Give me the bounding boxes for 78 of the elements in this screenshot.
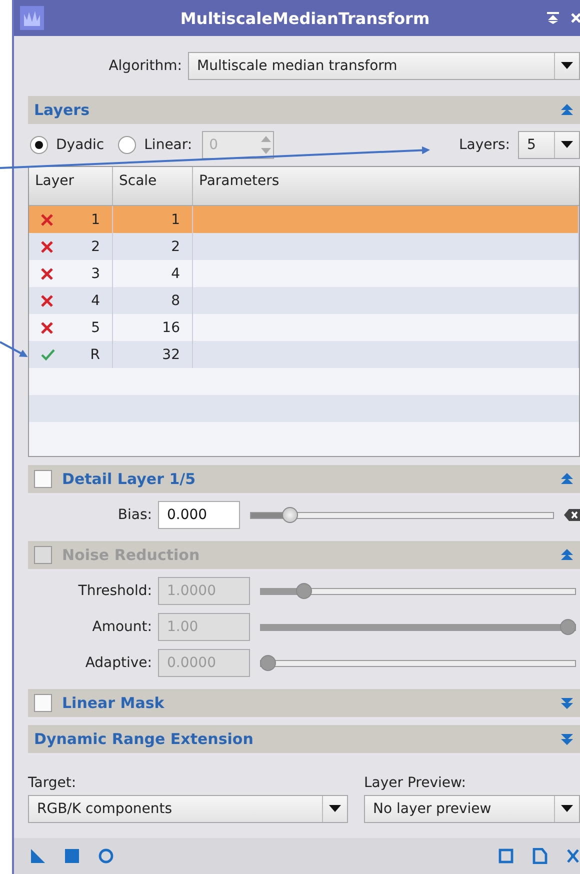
table-row[interactable]: 1 1 bbox=[29, 206, 579, 233]
table-cell: 8 bbox=[171, 292, 180, 308]
close-icon[interactable] bbox=[570, 11, 580, 25]
layer-preview-dropdown[interactable]: No layer preview bbox=[364, 795, 580, 823]
check-icon[interactable] bbox=[41, 348, 55, 360]
dropdown-arrow-icon bbox=[561, 62, 573, 70]
app-icon bbox=[20, 6, 44, 30]
radio-button[interactable] bbox=[30, 136, 48, 154]
section-header[interactable]: Linear Mask bbox=[28, 689, 580, 717]
table-cell: 5 bbox=[91, 320, 100, 336]
parameter-label: Amount: bbox=[91, 619, 152, 635]
table-cell: R bbox=[90, 346, 100, 362]
column-header[interactable]: Layer bbox=[29, 167, 113, 205]
table-row[interactable]: 2 2 bbox=[29, 233, 579, 260]
dropdown-arrow-icon bbox=[561, 805, 573, 813]
section-title: Dynamic Range Extension bbox=[34, 730, 254, 748]
document-icon[interactable] bbox=[532, 848, 548, 864]
value-field[interactable]: 0.000 bbox=[158, 501, 240, 529]
square-outline-icon[interactable] bbox=[498, 848, 514, 864]
section-title: Layers bbox=[34, 101, 90, 119]
parameter-label: Bias: bbox=[116, 507, 152, 523]
annotation-arrow bbox=[0, 341, 28, 357]
cross-icon[interactable] bbox=[41, 214, 53, 226]
slider[interactable] bbox=[250, 507, 554, 523]
cross-icon[interactable] bbox=[41, 294, 53, 306]
target-label: Target: bbox=[28, 775, 78, 791]
square-icon[interactable] bbox=[64, 848, 80, 864]
section-title: Detail Layer 1/5 bbox=[62, 470, 197, 488]
triangle-icon[interactable] bbox=[30, 848, 46, 864]
cross-icon[interactable] bbox=[41, 268, 53, 280]
radio-label[interactable]: Linear: bbox=[144, 137, 192, 153]
section-title: Linear Mask bbox=[62, 694, 166, 712]
dropdown-arrow-icon bbox=[561, 141, 573, 149]
shade-icon[interactable] bbox=[546, 11, 560, 25]
table-cell: 1 bbox=[91, 212, 100, 228]
table-row[interactable]: 5 16 bbox=[29, 314, 579, 341]
layers-label: Layers: bbox=[458, 137, 510, 153]
dropdown-arrow-icon bbox=[329, 805, 341, 813]
parameter-label: Threshold: bbox=[77, 583, 152, 599]
target-dropdown[interactable]: RGB/K components bbox=[28, 795, 348, 823]
table-cell: 4 bbox=[91, 292, 100, 308]
window-title: MultiscaleMedianTransform bbox=[179, 8, 431, 28]
parameter-label: Adaptive: bbox=[84, 655, 152, 671]
table-row[interactable]: 3 4 bbox=[29, 260, 579, 287]
table-cell: 1 bbox=[171, 212, 180, 228]
table-cell: 4 bbox=[171, 266, 180, 282]
expand-icon[interactable] bbox=[560, 732, 574, 746]
slider[interactable] bbox=[260, 655, 576, 671]
radio-button[interactable] bbox=[118, 136, 136, 154]
collapse-icon[interactable] bbox=[560, 103, 574, 117]
algorithm-label: Algorithm: bbox=[108, 58, 182, 74]
layers-dropdown[interactable]: 5 bbox=[518, 131, 580, 159]
table-cell: 32 bbox=[162, 346, 180, 362]
column-header[interactable]: Scale bbox=[113, 167, 193, 205]
table-cell: 2 bbox=[91, 238, 100, 254]
expand-icon[interactable] bbox=[560, 696, 574, 710]
section-header[interactable]: Dynamic Range Extension bbox=[28, 725, 580, 753]
collapse-icon[interactable] bbox=[560, 472, 574, 486]
table-cell: 3 bbox=[91, 266, 100, 282]
layer-preview-label: Layer Preview: bbox=[364, 775, 467, 791]
checkbox[interactable] bbox=[34, 694, 52, 712]
circle-icon[interactable] bbox=[98, 848, 114, 864]
column-header[interactable]: Parameters bbox=[193, 167, 579, 205]
cross-icon[interactable] bbox=[41, 240, 53, 252]
table-row[interactable]: 4 8 bbox=[29, 287, 579, 314]
section-header[interactable]: Detail Layer 1/5 bbox=[28, 465, 580, 493]
section-header[interactable]: Layers bbox=[28, 96, 580, 124]
checkbox[interactable] bbox=[34, 470, 52, 488]
cross-icon[interactable] bbox=[41, 322, 53, 334]
table-row[interactable]: R 32 bbox=[29, 341, 579, 368]
slider[interactable] bbox=[260, 583, 576, 599]
radio-label[interactable]: Dyadic bbox=[56, 137, 104, 153]
table-cell: 16 bbox=[162, 320, 180, 336]
algorithm-dropdown[interactable]: Multiscale median transform bbox=[188, 52, 580, 80]
slider-thumb[interactable] bbox=[282, 507, 298, 523]
clear-icon[interactable] bbox=[564, 509, 580, 521]
table-cell: 2 bbox=[171, 238, 180, 254]
slider[interactable] bbox=[260, 619, 576, 635]
